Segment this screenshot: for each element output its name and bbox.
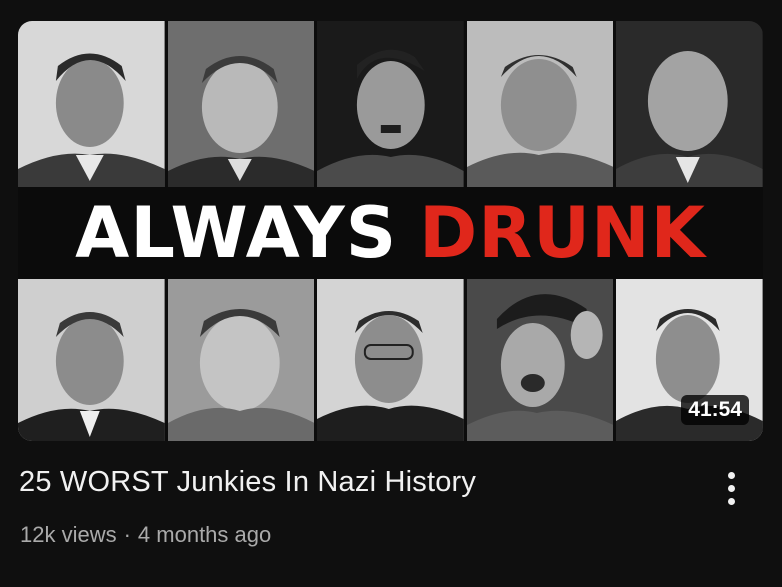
portrait-photo bbox=[167, 279, 318, 441]
thumbnail-text-red: DRUNK bbox=[419, 192, 706, 274]
portrait-photo bbox=[616, 21, 763, 187]
video-thumbnail[interactable]: ALWAYS DRUNK 41:54 bbox=[18, 21, 763, 441]
video-metadata: 12k views · 4 months ago bbox=[20, 522, 271, 548]
video-title[interactable]: 25 WORST Junkies In Nazi History bbox=[19, 466, 476, 499]
portrait-row-top bbox=[18, 21, 763, 187]
portrait-photo bbox=[317, 279, 467, 441]
meta-separator: · bbox=[123, 522, 131, 547]
thumbnail-text-white: ALWAYS bbox=[75, 192, 398, 274]
menu-dot bbox=[727, 497, 735, 505]
duration-badge: 41:54 bbox=[681, 395, 749, 425]
thumbnail-banner: ALWAYS DRUNK bbox=[18, 187, 763, 279]
portrait-photo bbox=[317, 21, 467, 187]
portrait-photo bbox=[466, 279, 617, 441]
portrait-photo bbox=[167, 21, 318, 187]
menu-dot bbox=[727, 484, 735, 492]
portrait-photo bbox=[18, 21, 168, 187]
upload-age: 4 months ago bbox=[137, 522, 272, 547]
portrait-photo bbox=[18, 279, 168, 441]
portrait-photo bbox=[466, 21, 617, 187]
view-count: 12k views bbox=[20, 522, 117, 547]
menu-dot bbox=[727, 471, 735, 479]
vertical-ellipsis-icon[interactable] bbox=[718, 466, 744, 510]
portrait-row-bottom bbox=[18, 279, 763, 441]
video-card[interactable]: ALWAYS DRUNK 41:54 25 WORST Junkies In N… bbox=[0, 0, 782, 587]
